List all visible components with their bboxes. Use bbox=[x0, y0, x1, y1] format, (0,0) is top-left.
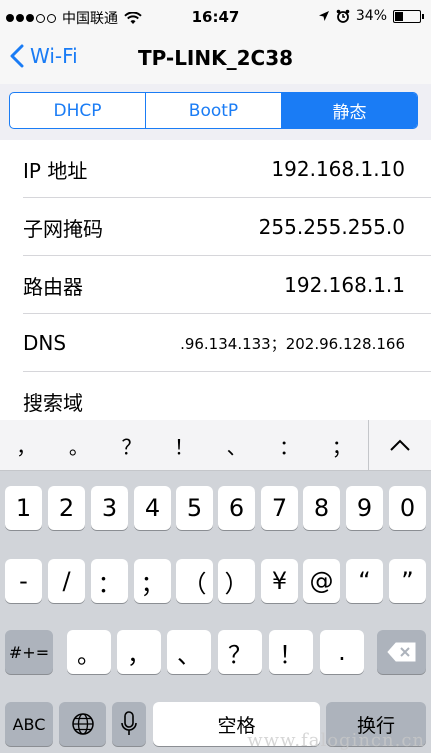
key[interactable]: ¥ bbox=[261, 559, 298, 603]
dictation-key[interactable] bbox=[112, 702, 146, 746]
key[interactable]: . bbox=[320, 630, 364, 674]
key[interactable]: 7 bbox=[261, 486, 298, 530]
navigation-bar: Wi-Fi TP-LINK_2C38 bbox=[0, 34, 431, 84]
field-label: DNS bbox=[23, 331, 67, 355]
key[interactable]: 2 bbox=[48, 486, 85, 530]
keyboard: ， 。 ？ ！ 、 ： ； 1 2 3 4 5 6 7 8 9 0 - / ： … bbox=[0, 420, 431, 753]
ip-address-field[interactable]: 192.168.1.10 bbox=[271, 157, 405, 181]
chevron-up-icon bbox=[390, 439, 410, 451]
key[interactable]: ） bbox=[218, 559, 255, 603]
candidate-key[interactable]: ： bbox=[263, 431, 316, 460]
key[interactable]: 0 bbox=[389, 486, 426, 530]
key[interactable]: 、 bbox=[167, 630, 211, 674]
microphone-icon bbox=[121, 711, 137, 735]
key[interactable]: ， bbox=[117, 630, 161, 674]
alarm-clock-icon bbox=[336, 9, 350, 23]
expand-candidates-button[interactable] bbox=[368, 420, 431, 470]
keyboard-row-numbers: 1 2 3 4 5 6 7 8 9 0 bbox=[0, 486, 431, 534]
candidate-key[interactable]: ？ bbox=[105, 431, 158, 460]
segment-static[interactable]: 静态 bbox=[282, 93, 417, 128]
field-label: 子网掩码 bbox=[23, 216, 103, 241]
location-arrow-icon bbox=[318, 11, 329, 21]
key[interactable]: 9 bbox=[346, 486, 383, 530]
keyboard-row-punctuation: #+= 。 ， 、 ？ ！ . bbox=[0, 630, 431, 678]
key[interactable]: （ bbox=[176, 559, 213, 603]
symbol-mode-key[interactable]: #+= bbox=[5, 630, 53, 674]
candidate-bar: ， 。 ？ ！ 、 ： ； bbox=[0, 420, 431, 471]
candidate-key[interactable]: 、 bbox=[210, 431, 263, 460]
field-label: 搜索域 bbox=[23, 390, 83, 415]
key[interactable]: 6 bbox=[218, 486, 255, 530]
subnet-mask-field[interactable]: 255.255.255.0 bbox=[259, 215, 405, 239]
key[interactable]: 4 bbox=[134, 486, 171, 530]
battery-percent: 34% bbox=[355, 8, 387, 24]
segment-bootp[interactable]: BootP bbox=[146, 93, 282, 128]
key[interactable]: ” bbox=[389, 559, 426, 603]
key[interactable]: @ bbox=[303, 559, 340, 603]
key[interactable]: 5 bbox=[176, 486, 213, 530]
router-row[interactable]: 路由器 192.168.1.1 bbox=[0, 256, 431, 314]
field-label: IP 地址 bbox=[23, 158, 88, 183]
ip-mode-segmented-control: DHCP BootP 静态 bbox=[9, 92, 418, 129]
key[interactable]: ； bbox=[134, 559, 171, 603]
key[interactable]: - bbox=[5, 559, 42, 603]
dns-field[interactable]: .96.134.133；202.96.128.166 bbox=[180, 333, 405, 354]
globe-icon bbox=[71, 713, 94, 735]
page-title: TP-LINK_2C38 bbox=[137, 46, 294, 70]
backspace-icon bbox=[386, 642, 415, 662]
battery-icon bbox=[393, 9, 424, 23]
key[interactable]: 3 bbox=[91, 486, 128, 530]
globe-key[interactable] bbox=[59, 702, 106, 746]
dns-row[interactable]: DNS .96.134.133；202.96.128.166 bbox=[0, 314, 431, 372]
key[interactable]: “ bbox=[346, 559, 383, 603]
key[interactable]: ？ bbox=[218, 630, 262, 674]
candidate-key[interactable]: ； bbox=[315, 431, 368, 460]
candidate-key[interactable]: ， bbox=[0, 431, 53, 460]
key[interactable]: ： bbox=[91, 559, 128, 603]
status-bar: 中国联通 16:47 34% bbox=[0, 0, 431, 34]
static-ip-form: IP 地址 192.168.1.10 子网掩码 255.255.255.0 路由… bbox=[0, 140, 431, 430]
delete-key[interactable] bbox=[377, 630, 426, 674]
candidate-key[interactable]: 。 bbox=[53, 431, 106, 460]
router-field[interactable]: 192.168.1.1 bbox=[284, 273, 405, 297]
segment-dhcp[interactable]: DHCP bbox=[10, 93, 146, 128]
key[interactable]: / bbox=[48, 559, 85, 603]
key[interactable]: 1 bbox=[5, 486, 42, 530]
watermark: www.falogincn.cn bbox=[247, 730, 425, 751]
key[interactable]: 8 bbox=[303, 486, 340, 530]
abc-key[interactable]: ABC bbox=[5, 702, 53, 746]
ip-address-row[interactable]: IP 地址 192.168.1.10 bbox=[0, 140, 431, 198]
keyboard-row-symbols: - / ： ； （ ） ¥ @ “ ” bbox=[0, 559, 431, 607]
key[interactable]: ！ bbox=[269, 630, 313, 674]
subnet-mask-row[interactable]: 子网掩码 255.255.255.0 bbox=[0, 198, 431, 256]
field-label: 路由器 bbox=[23, 274, 83, 299]
key[interactable]: 。 bbox=[67, 630, 111, 674]
candidate-key[interactable]: ！ bbox=[158, 431, 211, 460]
